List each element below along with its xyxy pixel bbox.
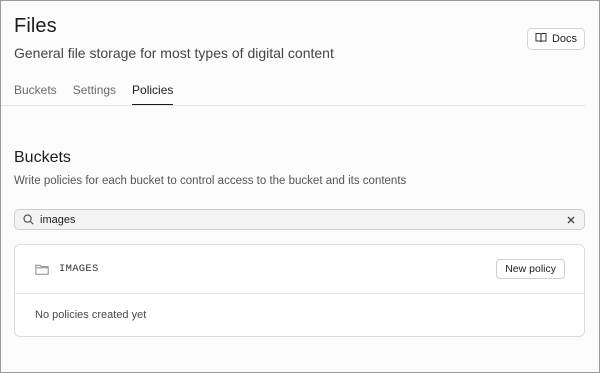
tab-policies[interactable]: Policies xyxy=(132,83,174,105)
section-description: Write policies for each bucket to contro… xyxy=(14,175,407,187)
section-title: Buckets xyxy=(14,149,71,166)
book-icon xyxy=(535,32,547,46)
search-icon xyxy=(23,214,40,225)
tabs-divider xyxy=(1,105,586,106)
tab-buckets[interactable]: Buckets xyxy=(14,83,57,105)
tab-settings[interactable]: Settings xyxy=(73,83,116,105)
bucket-header: IMAGES New policy xyxy=(15,245,584,294)
bucket-card: IMAGES New policy No policies created ye… xyxy=(14,244,585,337)
search-input[interactable] xyxy=(40,213,566,226)
bucket-name: IMAGES xyxy=(59,263,99,275)
docs-button[interactable]: Docs xyxy=(527,28,585,50)
tab-bar: Buckets Settings Policies xyxy=(14,83,174,105)
docs-button-label: Docs xyxy=(551,33,578,45)
page-subtitle: General file storage for most types of d… xyxy=(14,45,334,61)
files-page: Files General file storage for most type… xyxy=(0,0,600,373)
new-policy-button[interactable]: New policy xyxy=(496,259,565,279)
close-icon[interactable] xyxy=(566,215,576,225)
empty-policies-text: No policies created yet xyxy=(35,309,147,321)
page-title: Files xyxy=(14,15,57,37)
search-bar xyxy=(14,209,585,230)
folder-icon xyxy=(35,264,59,275)
